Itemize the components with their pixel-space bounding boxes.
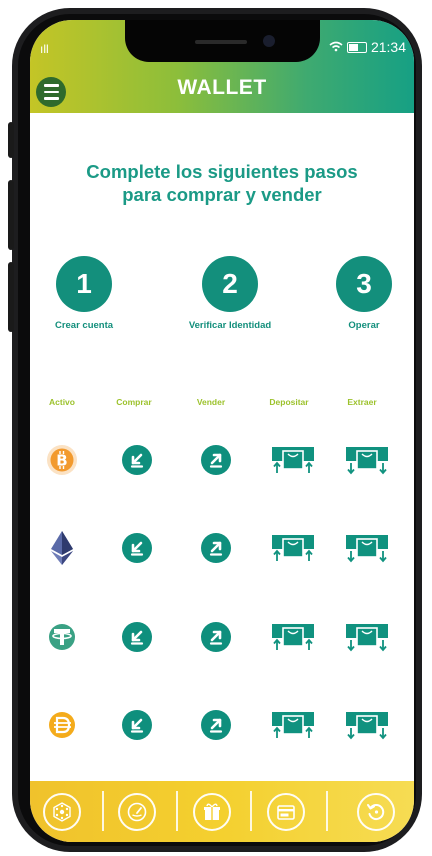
sell-button[interactable] — [191, 435, 241, 485]
gift-box-icon — [204, 803, 220, 820]
step-operate[interactable]: 3 Operar — [304, 256, 414, 331]
network-icon — [53, 802, 71, 822]
phone-volume-up — [8, 180, 14, 250]
withdraw-icon — [346, 535, 388, 563]
step-label: Crear cuenta — [54, 320, 114, 331]
asset-row-ethereum — [30, 523, 414, 573]
step-number: 1 — [56, 256, 112, 312]
asset-row-tether — [30, 612, 414, 662]
sell-arrow-icon — [201, 533, 231, 563]
deposit-icon — [272, 447, 314, 473]
step-number: 3 — [336, 256, 392, 312]
buy-arrow-icon — [122, 533, 152, 563]
column-header-vender: Vender — [196, 397, 226, 407]
sell-arrow-icon — [201, 445, 231, 475]
sell-arrow-icon — [201, 622, 231, 652]
withdraw-icon — [346, 624, 388, 652]
tether-icon — [37, 612, 87, 662]
wallet-card-icon — [277, 805, 295, 820]
deposit-icon — [272, 535, 314, 561]
buy-button[interactable] — [112, 612, 162, 662]
withdraw-button[interactable] — [342, 435, 392, 485]
app-screen: ıll 21:34 WALLET Complete los siguientes… — [30, 20, 414, 842]
status-right: 21:34 — [329, 39, 406, 55]
buy-arrow-icon — [122, 710, 152, 740]
bottom-nav — [30, 781, 414, 842]
intro-line-1: Complete los siguientes pasos — [86, 161, 358, 182]
step-label: Verificar Identidad — [188, 320, 272, 331]
app-header: ıll 21:34 WALLET — [30, 20, 414, 113]
sell-button[interactable] — [191, 523, 241, 573]
ethereum-icon — [37, 523, 87, 573]
step-number: 2 — [202, 256, 258, 312]
signal-indicator: ıll — [40, 42, 49, 56]
deposit-button[interactable] — [268, 435, 318, 485]
buy-button[interactable] — [112, 523, 162, 573]
withdraw-icon — [346, 447, 388, 475]
sell-arrow-icon — [201, 710, 231, 740]
column-header-extraer: Extraer — [347, 397, 377, 407]
buy-arrow-icon — [122, 622, 152, 652]
step-verify-identity[interactable]: 2 Verificar Identidad — [170, 256, 290, 331]
svg-text:B: B — [56, 452, 67, 470]
column-header-comprar: Comprar — [116, 397, 152, 407]
nav-divider — [176, 791, 178, 831]
nav-wallet[interactable] — [267, 793, 305, 831]
buy-arrow-icon — [122, 445, 152, 475]
asset-row-bitcoin: B — [30, 435, 414, 485]
buy-button[interactable] — [112, 700, 162, 750]
nav-network[interactable] — [43, 793, 81, 831]
deposit-icon — [272, 624, 314, 650]
phone-volume-down — [8, 262, 14, 332]
nav-divider — [326, 791, 328, 831]
nav-divider — [250, 791, 252, 831]
bitcoin-icon: B — [37, 435, 87, 485]
column-header-activo: Activo — [49, 397, 75, 407]
nav-rewards[interactable] — [193, 793, 231, 831]
deposit-icon — [272, 712, 314, 738]
buy-button[interactable] — [112, 435, 162, 485]
step-create-account[interactable]: 1 Crear cuenta — [30, 256, 144, 331]
sell-button[interactable] — [191, 612, 241, 662]
withdraw-button[interactable] — [342, 612, 392, 662]
status-time: 21:34 — [370, 39, 406, 55]
deposit-button[interactable] — [268, 523, 318, 573]
deposit-button[interactable] — [268, 700, 318, 750]
nav-dashboard[interactable] — [118, 793, 156, 831]
speedometer-icon — [127, 802, 147, 822]
asset-row-dai — [30, 700, 414, 750]
intro-line-2: para comprar y vender — [122, 184, 322, 205]
camera-icon — [263, 35, 275, 47]
battery-icon — [346, 41, 367, 53]
dai-icon — [37, 700, 87, 750]
wifi-icon — [329, 39, 343, 55]
phone-notch — [125, 20, 320, 62]
speaker-grille — [195, 40, 247, 44]
intro-text: Complete los siguientes pasos para compr… — [50, 160, 394, 206]
nav-divider — [102, 791, 104, 831]
withdraw-button[interactable] — [342, 523, 392, 573]
page-title: WALLET — [177, 76, 267, 99]
nav-history[interactable] — [357, 793, 395, 831]
deposit-button[interactable] — [268, 612, 318, 662]
withdraw-button[interactable] — [342, 700, 392, 750]
column-header-depositar: Depositar — [269, 397, 309, 407]
step-label: Operar — [348, 320, 380, 331]
sell-button[interactable] — [191, 700, 241, 750]
history-icon — [367, 804, 385, 821]
phone-side-button — [8, 122, 14, 158]
withdraw-icon — [346, 712, 388, 740]
